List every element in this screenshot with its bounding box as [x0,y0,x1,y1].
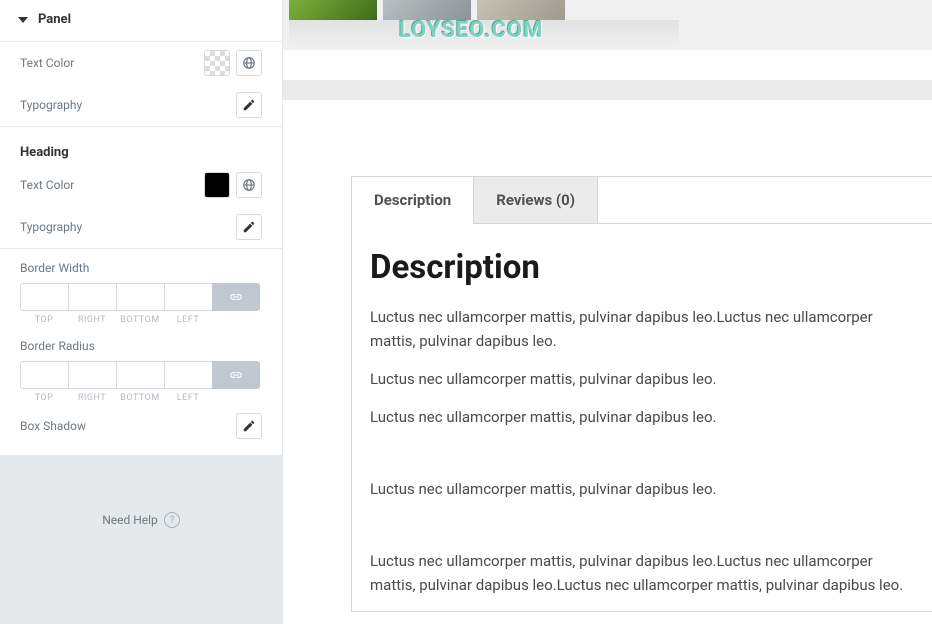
watermark-text: LOYSEO.COM [399,18,543,43]
border-radius-top-input[interactable] [20,361,68,389]
product-tabs-widget: Description Reviews (0) Description Luct… [351,176,932,612]
help-area: Need Help ? [0,455,282,624]
dim-caption-left: LEFT [164,315,212,325]
link-values-button[interactable] [212,283,260,311]
heading-text-color-swatch[interactable] [204,172,230,198]
tab-panel-description: Description Luctus nec ullamcorper matti… [352,224,932,597]
preview-canvas: LOYSEO.COM Description Reviews (0) Descr… [283,0,932,624]
tab-reviews[interactable]: Reviews (0) [474,177,598,223]
border-radius-left-input[interactable] [164,361,212,389]
description-heading: Description [370,248,914,287]
panel-typography-label: Typography [20,98,82,112]
panel-text-color-label: Text Color [20,56,74,70]
panel-title: Panel [38,12,71,27]
panel-text-color-swatch[interactable] [204,50,230,76]
panel-section-header[interactable]: Panel [4,0,282,41]
pencil-icon [242,98,256,112]
thumbnail[interactable] [477,0,565,20]
border-width-bottom-input[interactable] [116,283,164,311]
heading-typography-edit-button[interactable] [236,214,262,240]
heading-subsection-label: Heading [20,127,262,164]
box-shadow-label: Box Shadow [20,419,86,433]
border-radius-label: Border Radius [20,339,262,353]
pencil-icon [242,220,256,234]
global-color-button[interactable] [236,50,262,76]
gallery-thumbnails: LOYSEO.COM [283,0,932,50]
dim-caption-top: TOP [20,315,68,325]
link-values-button[interactable] [212,361,260,389]
tabs-nav: Description Reviews (0) [352,177,932,224]
dim-caption-left: LEFT [164,393,212,403]
panel-typography-edit-button[interactable] [236,92,262,118]
border-width-right-input[interactable] [68,283,116,311]
heading-typography-label: Typography [20,220,82,234]
border-width-left-input[interactable] [164,283,212,311]
caret-down-icon [18,17,28,23]
dim-caption-bottom: BOTTOM [116,315,164,325]
thumbnail[interactable] [289,0,377,20]
box-shadow-edit-button[interactable] [236,413,262,439]
border-width-top-input[interactable] [20,283,68,311]
border-width-label: Border Width [20,261,262,275]
globe-icon [242,56,256,70]
description-paragraph: Luctus nec ullamcorper mattis, pulvinar … [370,477,914,501]
thumbnail[interactable] [383,0,471,20]
globe-icon [242,178,256,192]
dim-caption-top: TOP [20,393,68,403]
pencil-icon [242,419,256,433]
border-width-inputs [20,283,262,311]
border-radius-right-input[interactable] [68,361,116,389]
description-paragraph: Luctus nec ullamcorper mattis, pulvinar … [370,305,914,353]
global-color-button[interactable] [236,172,262,198]
help-icon: ? [164,512,180,528]
style-sidebar: Panel Text Color Typography [0,0,283,624]
description-paragraph: Luctus nec ullamcorper mattis, pulvinar … [370,549,914,597]
dim-caption-right: RIGHT [68,393,116,403]
border-radius-inputs [20,361,262,389]
need-help-label: Need Help [102,513,158,527]
description-paragraph: Luctus nec ullamcorper mattis, pulvinar … [370,367,914,391]
description-paragraph: Luctus nec ullamcorper mattis, pulvinar … [370,405,914,429]
border-radius-bottom-input[interactable] [116,361,164,389]
dim-caption-bottom: BOTTOM [116,393,164,403]
heading-text-color-label: Text Color [20,178,74,192]
need-help-link[interactable]: Need Help ? [102,512,180,528]
dim-caption-right: RIGHT [68,315,116,325]
tab-description[interactable]: Description [352,177,474,223]
